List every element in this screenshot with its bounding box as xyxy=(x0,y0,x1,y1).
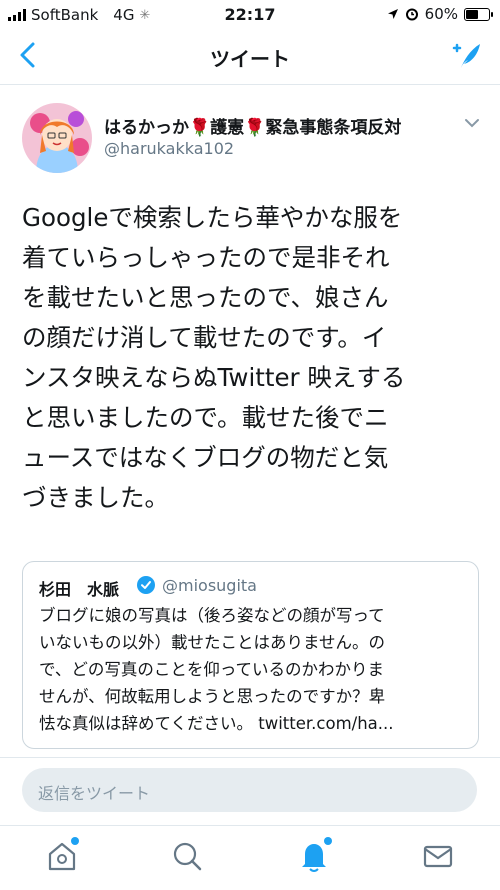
author-name-part3: 緊急事態条項反対 xyxy=(265,118,402,138)
author-name-part1: はるかっか xyxy=(104,118,189,138)
chevron-down-icon[interactable] xyxy=(464,118,480,128)
reply-input[interactable]: 返信をツイート xyxy=(22,768,477,812)
compose-feather-icon[interactable] xyxy=(450,40,482,72)
battery-percent: 60% xyxy=(424,5,458,23)
tweet-text: Googleで検索したら華やかな服を 着ていらっしゃったので是非それ を載せたい… xyxy=(22,203,406,512)
search-icon[interactable] xyxy=(170,839,204,873)
reply-placeholder: 返信をツイート xyxy=(38,784,151,803)
quoted-tweet-card[interactable]: 杉田 水脈 @miosugita ブログに娘の写真は（後ろ姿などの顔が写って い… xyxy=(22,561,479,749)
nav-bar: ツイート xyxy=(0,30,500,85)
location-icon xyxy=(387,9,398,19)
verified-badge-icon xyxy=(137,576,155,594)
status-bar: SoftBank 4G ✳ 22:17 60% xyxy=(0,0,500,30)
quoted-author-handle: @miosugita xyxy=(162,576,257,595)
alarm-icon xyxy=(405,8,418,21)
messages-icon[interactable] xyxy=(421,839,455,873)
battery-icon xyxy=(464,7,493,21)
author-name[interactable]: はるかっか🌹護憲🌹緊急事態条項反対 xyxy=(104,113,401,138)
notifications-dot xyxy=(324,837,332,845)
page-title: ツイート xyxy=(210,47,290,71)
quoted-tweet-text: ブログに娘の写真は（後ろ姿などの顔が写って いないもの以外）載せたことはありませ… xyxy=(39,606,394,733)
author-handle[interactable]: @harukakka102 xyxy=(104,139,234,158)
home-notification-dot xyxy=(71,837,79,845)
avatar[interactable] xyxy=(22,103,92,173)
rose-emoji-icon: 🌹 xyxy=(189,118,211,138)
tab-bar xyxy=(0,825,500,890)
author-name-part2: 護憲 xyxy=(210,118,245,138)
quoted-author-name: 杉田 水脈 xyxy=(39,580,120,599)
reply-bar: 返信をツイート xyxy=(0,757,500,826)
rose-emoji-icon: 🌹 xyxy=(244,118,266,138)
